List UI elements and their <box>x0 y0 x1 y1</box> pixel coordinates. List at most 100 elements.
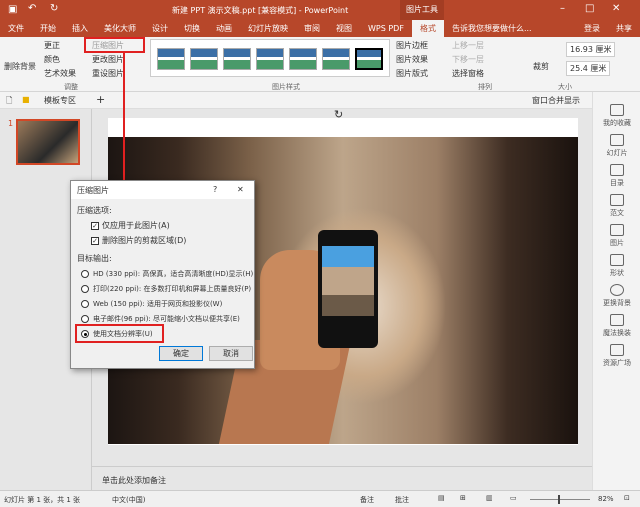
apply-only-checkbox[interactable]: ✓ 仅应用于此图片(A) <box>91 220 170 231</box>
new-doc-icon[interactable]: 🗋 <box>6 95 12 109</box>
rotate-handle-icon[interactable]: ↻ <box>334 108 343 121</box>
height-input[interactable]: 16.93 厘米 <box>566 42 616 57</box>
sidebar-item-toc[interactable]: 目录 <box>593 164 640 188</box>
tab-design[interactable]: 设计 <box>144 23 176 34</box>
compress-options-label: 压缩选项: <box>77 206 112 215</box>
sidebar-item-pictures[interactable]: 图片 <box>593 224 640 248</box>
style-thumb[interactable] <box>322 48 350 70</box>
add-tab-icon[interactable]: + <box>96 93 105 106</box>
zoom-slider-thumb[interactable] <box>558 495 560 504</box>
color-button[interactable]: 颜色 <box>44 54 60 65</box>
title-bar: ▣ ↶ ↻ 新建 PPT 演示文稿.ppt [兼容模式] - PowerPoin… <box>0 0 640 20</box>
style-thumb[interactable] <box>190 48 218 70</box>
dialog-title: 压缩图片 <box>77 186 109 195</box>
bring-forward-button[interactable]: 上移一层 <box>452 40 484 51</box>
tell-me-search[interactable]: 告诉我您想要做什么... <box>444 23 540 34</box>
tab-transitions[interactable]: 切换 <box>176 23 208 34</box>
radio-email[interactable]: 电子邮件(96 ppi): 尽可能缩小文档以便共享(E) <box>81 314 240 324</box>
ribbon-tabs: 文件 开始 插入 美化大师 设计 切换 动画 幻灯片放映 审阅 视图 WPS P… <box>0 20 640 37</box>
undo-icon[interactable]: ↶ <box>28 3 36 14</box>
style-thumb[interactable] <box>289 48 317 70</box>
sidebar-item-slides[interactable]: 幻灯片 <box>593 134 640 158</box>
document-tab-row: 🗋 ■ 模板专区 + 窗口合并显示 <box>0 92 592 109</box>
cancel-button[interactable]: 取消 <box>209 346 253 361</box>
close-icon[interactable]: ✕ <box>612 3 620 14</box>
reading-view-icon[interactable]: ▥ <box>486 494 493 502</box>
reset-picture-button[interactable]: 重设图片 <box>92 68 124 79</box>
tab-review[interactable]: 审阅 <box>296 23 328 34</box>
ok-button[interactable]: 确定 <box>159 346 203 361</box>
magic-wand-icon <box>610 314 624 326</box>
remove-background-button[interactable]: 删除背景 <box>4 61 36 72</box>
tab-wps-pdf[interactable]: WPS PDF <box>360 24 412 33</box>
merge-windows-button[interactable]: 窗口合并显示 <box>532 95 580 106</box>
sidebar-item-magic[interactable]: 魔法换装 <box>593 314 640 338</box>
refresh-icon <box>610 284 624 296</box>
radio-web[interactable]: Web (150 ppi): 适用于网页和投影仪(W) <box>81 299 222 309</box>
tab-view[interactable]: 视图 <box>328 23 360 34</box>
send-backward-button[interactable]: 下移一层 <box>452 54 484 65</box>
login-button[interactable]: 登录 <box>576 23 608 34</box>
sidebar-item-shapes[interactable]: 形状 <box>593 254 640 278</box>
style-thumb[interactable] <box>256 48 284 70</box>
compress-pictures-dialog: 压缩图片 ? ✕ 压缩选项: ✓ 仅应用于此图片(A) ✓ 删除图片的剪裁区域(D)… <box>70 180 255 369</box>
redo-icon[interactable]: ↻ <box>50 3 58 14</box>
sidebar-item-favorites[interactable]: 我的收藏 <box>593 104 640 128</box>
window-title: 新建 PPT 演示文稿.ppt [兼容模式] - PowerPoint <box>172 6 349 15</box>
template-zone-tab[interactable]: 模板专区 <box>44 95 76 106</box>
comments-toggle[interactable]: 批注 <box>395 495 409 505</box>
slide-info: 幻灯片 第 1 张，共 1 张 <box>4 496 81 504</box>
change-picture-button[interactable]: 更改图片 <box>92 54 124 65</box>
folder-icon[interactable]: ■ <box>22 95 30 104</box>
tab-beautify[interactable]: 美化大师 <box>96 23 144 34</box>
sorter-view-icon[interactable]: ⊞ <box>460 494 466 502</box>
notes-input[interactable]: 单击此处添加备注 <box>92 466 592 490</box>
corrections-button[interactable]: 更正 <box>44 40 60 51</box>
picture-styles-gallery[interactable] <box>150 39 390 77</box>
minimize-icon[interactable]: – <box>560 3 565 14</box>
tab-file[interactable]: 文件 <box>0 23 32 34</box>
language[interactable]: 中文(中国) <box>112 495 145 505</box>
tab-home[interactable]: 开始 <box>32 23 64 34</box>
zoom-level[interactable]: 82% <box>598 495 614 503</box>
tab-slideshow[interactable]: 幻灯片放映 <box>240 23 296 34</box>
crop-button[interactable]: 裁剪 <box>533 61 549 72</box>
radio-icon <box>81 270 89 278</box>
selection-pane-button[interactable]: 选择窗格 <box>452 68 484 79</box>
status-bar: 幻灯片 第 1 张，共 1 张 中文(中国) 备注 批注 ▤ ⊞ ▥ ▭ 82%… <box>0 490 640 507</box>
tab-insert[interactable]: 插入 <box>64 23 96 34</box>
maximize-icon[interactable]: □ <box>585 3 594 14</box>
slideshow-view-icon[interactable]: ▭ <box>510 494 517 502</box>
notes-toggle[interactable]: 备注 <box>360 495 374 505</box>
slide-thumbnail[interactable] <box>16 119 80 165</box>
artistic-effects-button[interactable]: 艺术效果 <box>44 68 76 79</box>
delete-cropped-checkbox[interactable]: ✓ 删除图片的剪裁区域(D) <box>91 235 186 246</box>
save-icon[interactable]: ▣ <box>8 4 17 15</box>
sidebar-item-resources[interactable]: 资源广场 <box>593 344 640 368</box>
compress-highlight <box>84 37 145 53</box>
zoom-slider[interactable] <box>530 499 590 500</box>
resolution-highlight <box>75 324 164 343</box>
style-thumb[interactable] <box>223 48 251 70</box>
fit-window-icon[interactable]: ⊡ <box>624 494 630 502</box>
radio-hd[interactable]: HD (330 ppi): 高保真，适合高清晰度(HD)显示(H) <box>81 269 253 279</box>
checkmark-icon: ✓ <box>91 221 99 230</box>
style-thumb[interactable] <box>355 48 383 70</box>
picture-effects-button[interactable]: 图片效果 <box>396 54 428 65</box>
dialog-close-button[interactable]: ✕ <box>237 185 244 194</box>
slides-icon <box>610 134 624 146</box>
image-icon <box>610 224 624 236</box>
normal-view-icon[interactable]: ▤ <box>438 494 445 502</box>
radio-print[interactable]: 打印(220 ppi): 在多数打印机和屏幕上质量良好(P) <box>81 284 251 294</box>
width-input[interactable]: 25.4 厘米 <box>566 61 611 76</box>
share-button[interactable]: 共享 <box>608 23 640 34</box>
picture-border-button[interactable]: 图片边框 <box>396 40 428 51</box>
tab-animations[interactable]: 动画 <box>208 23 240 34</box>
sidebar-item-samples[interactable]: 范文 <box>593 194 640 218</box>
picture-layout-button[interactable]: 图片版式 <box>396 68 428 79</box>
help-button[interactable]: ? <box>213 185 217 194</box>
sidebar-item-background[interactable]: 更换背景 <box>593 284 640 308</box>
grid-icon <box>610 344 624 356</box>
tab-format[interactable]: 格式 <box>411 20 444 37</box>
style-thumb[interactable] <box>157 48 185 70</box>
